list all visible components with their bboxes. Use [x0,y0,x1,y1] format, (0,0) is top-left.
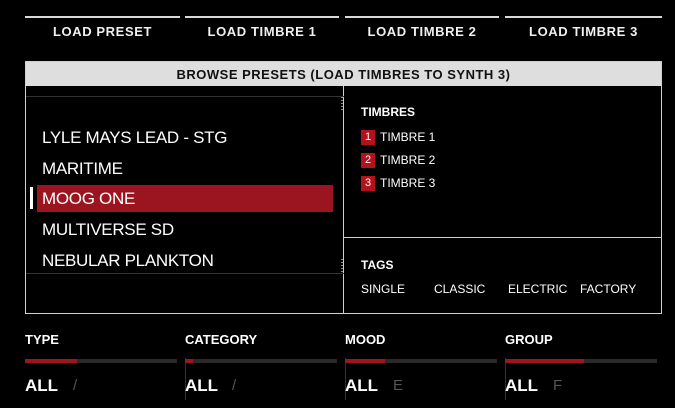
preset-list[interactable]: LYLE MAYS LEAD - STG MARITIME MOOG ONE M… [26,86,344,314]
tag-electric[interactable]: ELECTRIC [508,282,567,296]
tab-load-timbre-3[interactable]: LOAD TIMBRE 3 [505,16,662,44]
filter-next-value: / [232,377,237,394]
timbre-row-1[interactable]: 1 TIMBRE 1 [361,128,435,146]
filter-slider[interactable] [345,359,497,363]
preset-item-selected[interactable]: MOOG ONE [37,185,333,212]
tags-panel: TAGS SINGLE CLASSIC ELECTRIC FACTORY [344,238,661,314]
filter-type[interactable]: TYPE ALL / [25,330,177,400]
filter-slider-fill [345,359,385,363]
preset-browser: BROWSE PRESETS (LOAD TIMBRES TO SYNTH 3)… [25,61,662,314]
timbre-number-badge: 3 [361,175,375,191]
timbre-row-3[interactable]: 3 TIMBRE 3 [361,174,435,192]
preset-item[interactable]: LYLE MAYS LEAD - STG [42,124,227,151]
filter-next-value: F [553,377,563,394]
timbre-number-badge: 2 [361,152,375,168]
filter-value[interactable]: ALL [185,376,218,396]
preset-item[interactable]: MARITIME [42,155,123,182]
filter-mood[interactable]: MOOD ALL E [345,330,497,400]
filter-next-value: / [73,377,78,394]
selection-marker [30,187,33,209]
timbre-number-badge: 1 [361,129,375,145]
filter-slider-fill [185,359,193,363]
tab-load-preset[interactable]: LOAD PRESET [25,16,180,44]
tag-single[interactable]: SINGLE [361,282,405,296]
preset-list-scroll-handle-top[interactable] [341,97,343,111]
preset-item[interactable]: MULTIVERSE SD [42,216,174,243]
timbres-panel: TIMBRES 1 TIMBRE 1 2 TIMBRE 2 3 TIMBRE 3 [344,86,661,238]
preset-list-scroll-handle-bottom[interactable] [341,259,343,273]
filter-label: GROUP [505,332,553,347]
preset-item[interactable]: NEBULAR PLANKTON [42,247,214,274]
tab-load-timbre-1[interactable]: LOAD TIMBRE 1 [185,16,339,44]
tag-factory[interactable]: FACTORY [580,282,636,296]
timbre-label: TIMBRE 2 [380,153,436,167]
timbres-title: TIMBRES [361,105,415,119]
timbre-label: TIMBRE 3 [380,176,436,190]
filter-slider[interactable] [185,359,337,363]
filter-label: CATEGORY [185,332,258,347]
filter-slider[interactable] [25,359,177,363]
filter-value[interactable]: ALL [25,376,58,396]
filter-slider[interactable] [505,359,657,363]
filter-category[interactable]: CATEGORY ALL / [185,330,337,400]
tab-load-timbre-2[interactable]: LOAD TIMBRE 2 [345,16,499,44]
filter-group[interactable]: GROUP ALL F [505,330,657,400]
filter-value[interactable]: ALL [505,376,538,396]
filter-slider-fill [25,359,77,363]
timbre-row-2[interactable]: 2 TIMBRE 2 [361,151,435,169]
tag-classic[interactable]: CLASSIC [434,282,485,296]
tags-title: TAGS [361,258,394,272]
filter-next-value: E [393,377,404,394]
preset-list-viewport[interactable]: LYLE MAYS LEAD - STG MARITIME MOOG ONE M… [26,96,344,274]
browser-title: BROWSE PRESETS (LOAD TIMBRES TO SYNTH 3) [26,62,661,86]
timbre-label: TIMBRE 1 [380,130,436,144]
filter-label: TYPE [25,332,59,347]
filter-slider-fill [505,359,585,363]
filter-value[interactable]: ALL [345,376,378,396]
filter-label: MOOD [345,332,386,347]
